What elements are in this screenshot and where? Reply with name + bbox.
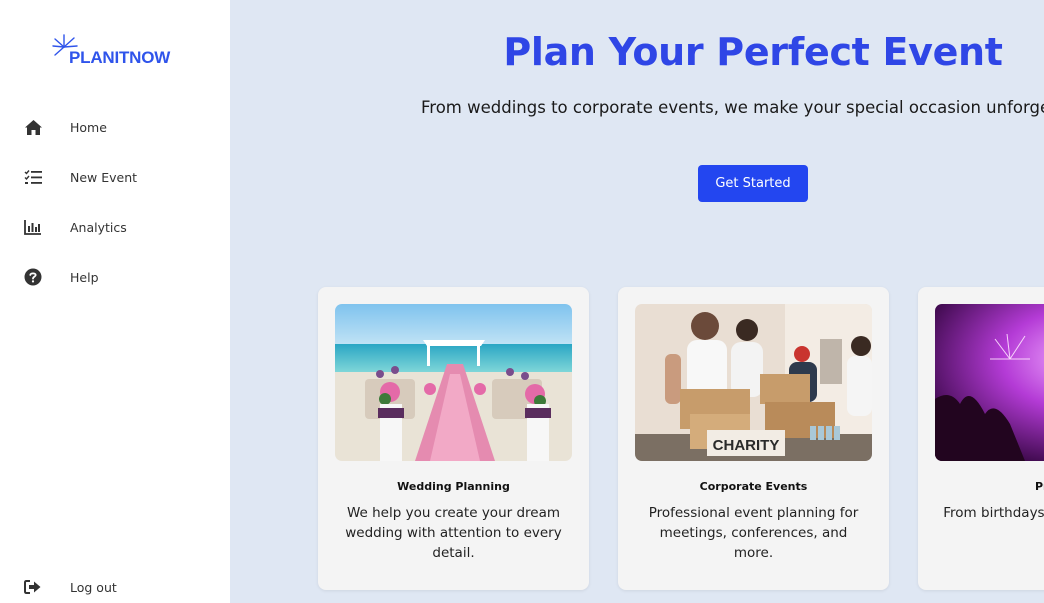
concert-fireworks-photo (935, 304, 1044, 461)
get-started-button[interactable]: Get Started (698, 165, 808, 202)
question-circle-icon (23, 267, 43, 287)
card-description: We help you create your dream wedding wi… (345, 505, 562, 561)
sidebar-item-label: New Event (70, 169, 138, 185)
sidebar: PLANITNOW Home New Event Analytics Help … (0, 0, 230, 603)
logout-icon (23, 577, 43, 597)
bar-chart-icon (23, 217, 43, 237)
sidebar-item-label: Analytics (70, 219, 127, 235)
charity-sign-text: CHARITY (713, 437, 780, 454)
card-title: Corporate Events (699, 480, 808, 493)
main-content: Plan Your Perfect Event From weddings to… (230, 0, 1044, 603)
checklist-icon (23, 167, 43, 187)
sidebar-item-label: Home (70, 119, 107, 135)
card-description: From birthdays we make every c (943, 505, 1044, 521)
service-card-corporate[interactable]: CHARITY Corporate Events Professional ev… (618, 287, 889, 590)
service-card-private[interactable]: Privat From birthdays we make every c (918, 287, 1044, 590)
page-title: Plan Your Perfect Event (503, 30, 1003, 74)
logout-button[interactable]: Log out (0, 569, 230, 603)
sidebar-item-analytics[interactable]: Analytics (0, 209, 230, 245)
charity-volunteers-photo: CHARITY (635, 304, 872, 461)
card-title: Privat (1034, 480, 1044, 493)
brand-name: PLANITNOW (69, 48, 171, 67)
logout-label: Log out (70, 579, 117, 595)
sidebar-item-home[interactable]: Home (0, 109, 230, 145)
beach-wedding-photo (335, 304, 572, 461)
home-icon (23, 117, 43, 137)
sidebar-item-label: Help (70, 269, 99, 285)
sidebar-item-help[interactable]: Help (0, 259, 230, 295)
card-description: Professional event planning for meetings… (648, 505, 859, 561)
hero-subtitle: From weddings to corporate events, we ma… (421, 98, 1044, 117)
card-title: Wedding Planning (397, 480, 510, 493)
service-card-wedding[interactable]: Wedding Planning We help you create your… (318, 287, 589, 590)
sidebar-item-new-event[interactable]: New Event (0, 159, 230, 195)
